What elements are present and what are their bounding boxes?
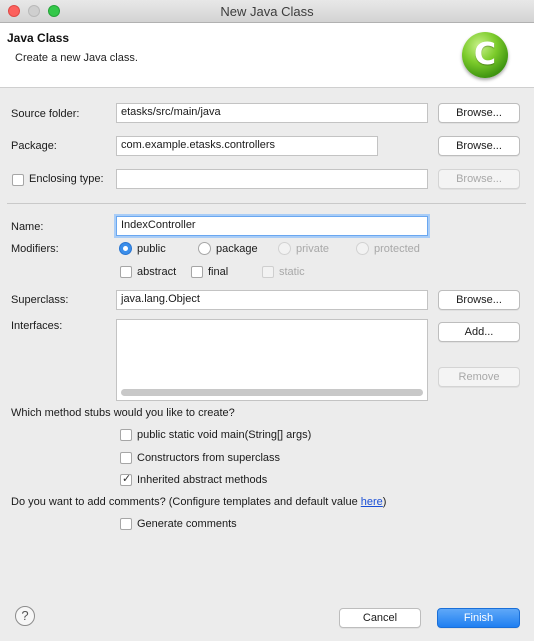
interfaces-list[interactable] (116, 319, 428, 401)
comments-question-text: Do you want to add comments? (Configure … (11, 496, 361, 508)
superclass-browse-button[interactable]: Browse... (438, 290, 520, 310)
package-input[interactable]: com.example.etasks.controllers (116, 136, 378, 156)
cancel-button[interactable]: Cancel (339, 608, 421, 628)
superclass-label: Superclass: (11, 294, 69, 306)
package-browse-button[interactable]: Browse... (438, 136, 520, 156)
interfaces-scrollbar[interactable] (121, 389, 423, 396)
private-label: private (296, 243, 330, 255)
static-checkbox[interactable] (262, 266, 274, 278)
remove-interface-button[interactable]: Remove (438, 367, 520, 387)
main-method-checkbox[interactable] (120, 429, 132, 441)
generate-comments-label: Generate comments (137, 518, 237, 530)
name-label: Name: (11, 221, 44, 233)
help-icon[interactable]: ? (15, 606, 35, 626)
source-folder-input[interactable]: etasks/src/main/java (116, 103, 428, 123)
configure-templates-link[interactable]: here (361, 496, 383, 508)
logo-letter: C (473, 37, 497, 72)
constructors-label: Constructors from superclass (137, 452, 281, 464)
superclass-input[interactable]: java.lang.Object (116, 290, 428, 310)
wizard-title: Java Class (7, 31, 70, 45)
inherited-abstract-label: Inherited abstract methods (137, 474, 268, 486)
package-label: Package: (11, 140, 57, 152)
wizard-header: Java Class Create a new Java class. C (0, 23, 534, 88)
enclosing-type-browse-button[interactable]: Browse... (438, 169, 520, 189)
static-label: static (279, 266, 305, 278)
main-method-label: public static void main(String[] args) (137, 429, 312, 441)
wizard-description: Create a new Java class. (15, 52, 138, 64)
java-class-logo-icon: C (462, 32, 508, 78)
title-bar: New Java Class (0, 0, 534, 23)
interfaces-label: Interfaces: (11, 320, 63, 332)
protected-radio[interactable] (356, 242, 369, 255)
abstract-checkbox[interactable] (120, 266, 132, 278)
enclosing-type-input[interactable] (116, 169, 428, 189)
comments-question: Do you want to add comments? (Configure … (11, 496, 386, 508)
finish-button[interactable]: Finish (437, 608, 520, 628)
window-title: New Java Class (220, 4, 314, 19)
constructors-checkbox[interactable] (120, 452, 132, 464)
class-name-input[interactable]: IndexController (116, 216, 428, 236)
generate-comments-checkbox[interactable] (120, 518, 132, 530)
package-radio[interactable] (198, 242, 211, 255)
private-radio[interactable] (278, 242, 291, 255)
final-checkbox[interactable] (191, 266, 203, 278)
comments-question-close: ) (382, 496, 387, 508)
enclosing-type-checkbox[interactable] (12, 174, 24, 186)
public-label: public (137, 243, 166, 255)
public-radio[interactable] (119, 242, 132, 255)
method-stubs-question: Which method stubs would you like to cre… (11, 407, 235, 419)
modifiers-label: Modifiers: (11, 243, 59, 255)
final-label: final (208, 266, 229, 278)
source-folder-label: Source folder: (11, 108, 80, 120)
abstract-label: abstract (137, 266, 177, 278)
source-folder-browse-button[interactable]: Browse... (438, 103, 520, 123)
protected-label: protected (374, 243, 420, 255)
add-interface-button[interactable]: Add... (438, 322, 520, 342)
separator (7, 203, 526, 204)
enclosing-type-label: Enclosing type: (29, 173, 104, 185)
package-modifier-label: package (216, 243, 258, 255)
inherited-abstract-checkbox[interactable] (120, 472, 132, 486)
